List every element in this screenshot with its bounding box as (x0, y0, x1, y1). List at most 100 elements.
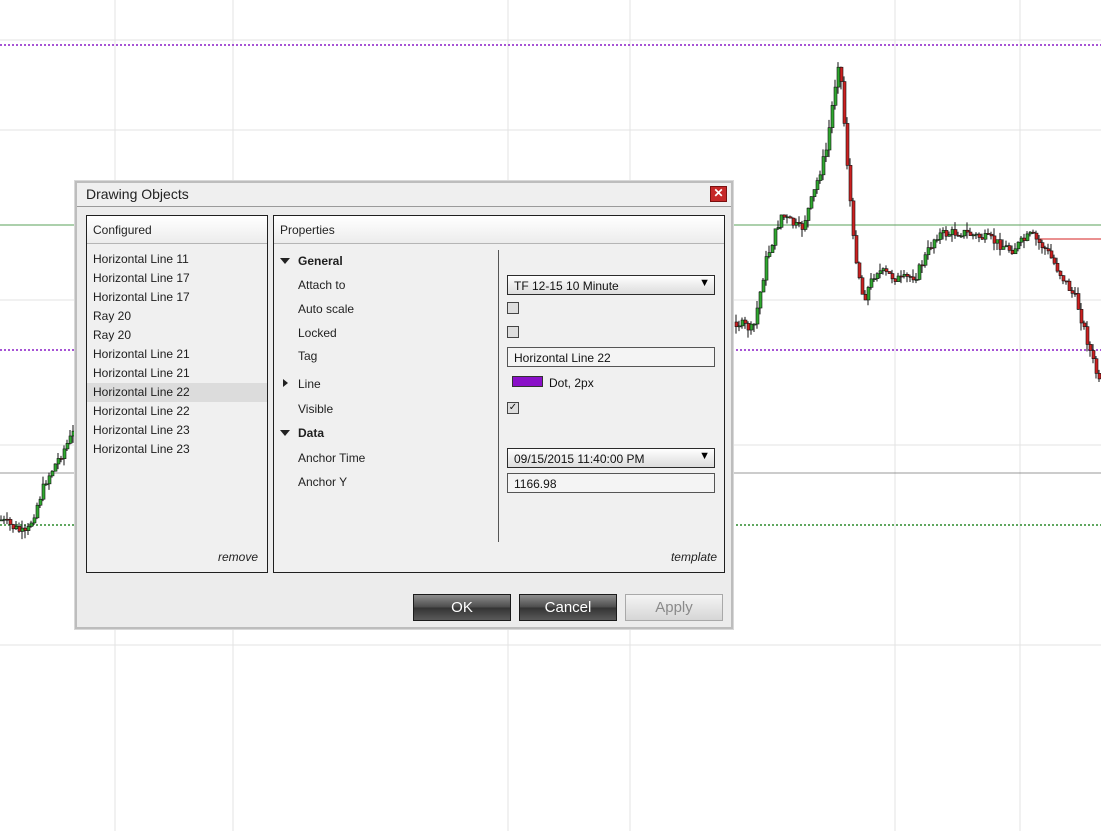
candle (788, 215, 793, 219)
tag-input[interactable]: Horizontal Line 22 (507, 347, 715, 367)
properties-panel: Properties General Attach to TF 12-15 10… (273, 215, 725, 573)
candle (1076, 287, 1081, 311)
candle (959, 233, 964, 238)
candle (746, 321, 751, 338)
attach-to-value: TF 12-15 10 Minute (514, 279, 619, 293)
list-item[interactable]: Horizontal Line 21 (87, 345, 267, 364)
candle (1037, 234, 1042, 250)
visible-checkbox[interactable]: ✓ (507, 402, 519, 414)
candle (920, 260, 925, 273)
candle (821, 149, 826, 181)
candle (1088, 341, 1093, 357)
data-label: Data (298, 426, 325, 440)
candle (980, 233, 985, 240)
candle (11, 523, 16, 533)
candle (1085, 321, 1090, 352)
expand-down-icon[interactable] (280, 258, 290, 264)
candle (860, 275, 865, 295)
anchor-y-input[interactable]: 1166.98 (507, 473, 715, 493)
list-item[interactable]: Horizontal Line 23 (87, 421, 267, 440)
expand-down-icon[interactable] (280, 430, 290, 436)
list-item[interactable]: Horizontal Line 17 (87, 269, 267, 288)
expand-right-icon[interactable] (283, 379, 288, 387)
candle (914, 273, 919, 284)
remove-link[interactable]: remove (218, 550, 258, 564)
candle (1070, 287, 1075, 298)
candle (917, 263, 922, 281)
candle (803, 215, 808, 232)
line-style-value[interactable]: Dot, 2px (549, 376, 594, 390)
candle (737, 320, 742, 332)
candle (905, 272, 910, 283)
candle (794, 218, 799, 229)
tag-row: Tag Horizontal Line 22 (274, 346, 724, 368)
list-item[interactable]: Horizontal Line 22 (87, 402, 267, 421)
anchor-y-label: Anchor Y (298, 475, 348, 489)
candle (785, 214, 790, 224)
candle (848, 158, 853, 207)
close-icon[interactable]: ✕ (710, 186, 727, 202)
anchor-time-select[interactable]: 09/15/2015 11:40:00 PM ▼ (507, 448, 715, 468)
list-item[interactable]: Ray 20 (87, 326, 267, 345)
candle (764, 250, 769, 286)
locked-row: Locked (274, 323, 724, 345)
list-item[interactable]: Horizontal Line 23 (87, 440, 267, 459)
candle (56, 452, 61, 470)
candle (893, 277, 898, 285)
attach-to-select[interactable]: TF 12-15 10 Minute ▼ (507, 275, 715, 295)
chevron-down-icon: ▼ (699, 450, 710, 462)
ok-button[interactable]: OK (413, 594, 511, 621)
list-item[interactable]: Horizontal Line 21 (87, 364, 267, 383)
candle (47, 472, 52, 490)
candle (20, 520, 25, 540)
candle (857, 261, 862, 280)
candle (5, 512, 10, 525)
candle (839, 66, 844, 90)
visible-row: Visible ✓ (274, 399, 724, 421)
candle (1061, 275, 1066, 285)
candle (845, 117, 850, 170)
line-color-swatch[interactable] (512, 376, 543, 387)
list-item[interactable]: Horizontal Line 17 (87, 288, 267, 307)
general-section[interactable]: General (274, 251, 724, 273)
candle (1028, 231, 1033, 237)
dialog-title: Drawing Objects (86, 186, 189, 202)
candle (935, 234, 940, 243)
candle (932, 238, 937, 254)
candle (68, 430, 73, 445)
auto-scale-label: Auto scale (298, 302, 355, 316)
list-item[interactable]: Horizontal Line 11 (87, 250, 267, 269)
candle (824, 142, 829, 163)
list-item[interactable]: Horizontal Line 22 (87, 383, 267, 402)
configured-panel: Configured Horizontal Line 11 Horizontal … (86, 215, 268, 573)
data-section[interactable]: Data (274, 423, 724, 445)
candle (923, 251, 928, 268)
candle (0, 515, 4, 522)
candle (29, 520, 34, 528)
candle (812, 189, 817, 202)
auto-scale-checkbox[interactable] (507, 302, 519, 314)
candle (827, 119, 832, 158)
list-item[interactable]: Ray 20 (87, 307, 267, 326)
candle (818, 170, 823, 184)
candle (797, 216, 802, 228)
candle (995, 239, 1000, 250)
template-link[interactable]: template (671, 550, 717, 564)
candle (881, 267, 886, 275)
dialog-titlebar[interactable]: Drawing Objects ✕ (77, 183, 731, 207)
candle (770, 243, 775, 253)
candle (1031, 229, 1036, 234)
candle (1043, 245, 1048, 255)
anchor-time-value: 09/15/2015 11:40:00 PM (514, 452, 645, 466)
candle (8, 517, 13, 531)
candle (902, 269, 907, 279)
line-section[interactable]: Line Dot, 2px (274, 374, 724, 396)
locked-label: Locked (298, 326, 337, 340)
candle (950, 226, 955, 242)
candle (983, 229, 988, 243)
locked-checkbox[interactable] (507, 326, 519, 338)
candle (65, 439, 70, 452)
apply-button[interactable]: Apply (625, 594, 723, 621)
candle (989, 231, 994, 240)
cancel-button[interactable]: Cancel (519, 594, 617, 621)
